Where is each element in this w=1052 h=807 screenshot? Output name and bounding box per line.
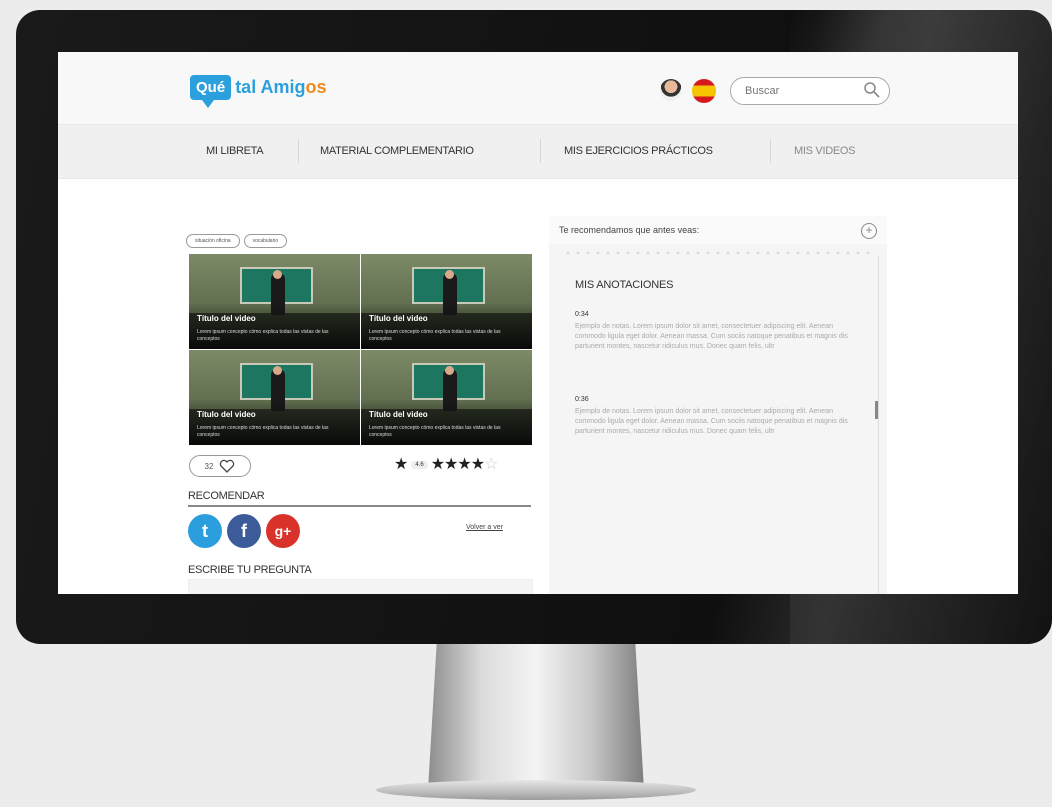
star-empty-icon[interactable]: ☆	[484, 456, 498, 473]
tag[interactable]: situación oficina	[186, 234, 240, 248]
video-grid: Título del video Lorem ipsum concepto có…	[189, 254, 532, 447]
main-nav: MI LIBRETA MATERIAL COMPLEMENTARIO MIS E…	[58, 125, 1018, 179]
screen: Qué tal Amigos MI LIBRETA MATERIAL COMPL…	[58, 52, 1018, 594]
search-icon[interactable]	[863, 81, 881, 99]
star-icon[interactable]: ★	[471, 456, 485, 473]
user-avatar[interactable]	[660, 79, 682, 101]
like-button[interactable]: 32	[189, 455, 251, 477]
sidebar: Te recomendamos que antes veas: + MIS AN…	[549, 216, 887, 594]
tag-list: situación oficina vocabulario	[186, 234, 288, 248]
monitor-stand-base	[376, 780, 696, 800]
teacher-head	[272, 366, 282, 376]
logo-text-accent: os	[305, 76, 327, 97]
note-text: Ejemplo de notas. Lorem ipsum dolor sit …	[575, 408, 848, 435]
star-rating-input[interactable]: ★★★★☆	[431, 456, 499, 474]
social-share: t f g+	[188, 514, 300, 548]
search-box	[730, 77, 890, 105]
facebook-icon[interactable]: f	[227, 514, 261, 548]
nav-divider	[298, 139, 299, 163]
video-thumbnail[interactable]: Título del video Lorem ipsum concepto có…	[361, 254, 532, 349]
question-input[interactable]	[188, 579, 533, 594]
note-timestamp[interactable]: 0:34	[575, 311, 589, 318]
star-icon[interactable]: ★	[457, 456, 471, 473]
divider	[188, 505, 531, 507]
video-title: Título del video	[197, 410, 256, 419]
scrollbar-thumb[interactable]	[875, 401, 878, 419]
notes-border	[878, 256, 879, 594]
nav-item-mis-videos[interactable]: MIS VIDEOS	[794, 145, 855, 157]
monitor-stand	[428, 644, 644, 790]
twitter-icon[interactable]: t	[188, 514, 222, 548]
like-count: 32	[204, 461, 214, 471]
video-title: Título del video	[369, 314, 428, 323]
plus-icon[interactable]: +	[861, 223, 877, 239]
search-input[interactable]	[743, 82, 857, 100]
apple-logo-icon	[524, 603, 546, 625]
note-text: Ejemplo de notas. Lorem ipsum dolor sit …	[575, 323, 848, 350]
logo-text: tal Amigos	[235, 77, 326, 98]
video-description: Lorem ipsum concepto cómo explica todas …	[369, 425, 501, 438]
video-description: Lorem ipsum concepto cómo explica todas …	[197, 425, 329, 438]
recommendations-title: Te recomendamos que antes veas:	[559, 225, 700, 235]
nav-divider	[540, 139, 541, 163]
video-description: Lorem ipsum concepto cómo explica todas …	[197, 329, 329, 342]
video-thumbnail[interactable]: Título del video Lorem ipsum concepto có…	[189, 350, 360, 445]
ask-question-label: ESCRIBE TU PREGUNTA	[188, 564, 312, 576]
rating-value: 4.6	[411, 461, 428, 469]
teacher-head	[272, 270, 282, 280]
dotted-divider	[563, 250, 873, 256]
video-title: Título del video	[197, 314, 256, 323]
star-icon: ★	[394, 456, 409, 473]
video-thumbnail[interactable]: Título del video Lorem ipsum concepto có…	[361, 350, 532, 445]
logo-badge: Qué	[190, 74, 232, 108]
nav-item-mis-ejercicios[interactable]: MIS EJERCICIOS PRÁCTICOS	[564, 145, 713, 157]
rating: ★ 4.6 ★★★★☆	[394, 456, 499, 474]
google-plus-icon[interactable]: g+	[266, 514, 300, 548]
logo-text-main: tal Amig	[235, 76, 306, 97]
heart-icon	[220, 459, 235, 473]
site-logo[interactable]: Qué tal Amigos	[190, 70, 327, 108]
nav-item-mi-libreta[interactable]: MI LIBRETA	[206, 145, 264, 157]
tag[interactable]: vocabulario	[243, 234, 288, 248]
notes-title: MIS ANOTACIONES	[575, 279, 674, 291]
star-icon[interactable]: ★	[444, 456, 458, 473]
video-title: Título del video	[369, 410, 428, 419]
teacher-head	[444, 270, 454, 280]
video-description: Lorem ipsum concepto cómo explica todas …	[369, 329, 501, 342]
recommend-label: RECOMENDAR	[188, 490, 265, 502]
note-timestamp[interactable]: 0:36	[575, 396, 589, 403]
video-thumbnail[interactable]: Título del video Lorem ipsum concepto có…	[189, 254, 360, 349]
main-content: situación oficina vocabulario Título del…	[58, 179, 1018, 594]
star-icon[interactable]: ★	[431, 456, 445, 473]
teacher-head	[444, 366, 454, 376]
watch-again-link[interactable]: Volver a ver	[466, 524, 503, 531]
recommendations-header: Te recomendamos que antes veas: +	[549, 216, 887, 244]
nav-divider	[770, 139, 771, 163]
spain-flag-icon[interactable]	[692, 79, 716, 103]
nav-item-material-complementario[interactable]: MATERIAL COMPLEMENTARIO	[320, 145, 474, 157]
site-header: Qué tal Amigos	[58, 52, 1018, 125]
